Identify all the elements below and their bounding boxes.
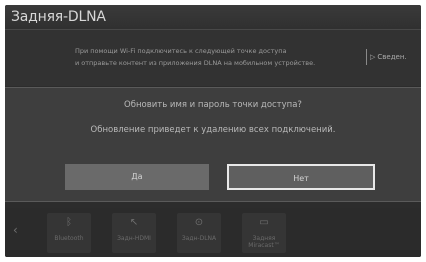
dialog-question: Обновить имя и пароль точки доступа? [124, 100, 302, 110]
info-text: При помощи Wi-Fi подключитесь к следующе… [75, 47, 316, 67]
title-bar: Задняя-DLNA [5, 5, 421, 30]
chevron-left-icon[interactable]: ‹ [13, 223, 18, 237]
yes-button[interactable]: Да [65, 164, 209, 190]
source-bluetooth[interactable]: ᛒ Bluetooth [47, 213, 91, 253]
source-rear-miracast[interactable]: ▭ Задняя Miracast™ [242, 213, 286, 253]
dialog-note: Обновление приведет к удалению всех подк… [90, 125, 336, 135]
page-indicator [5, 200, 421, 213]
source-rear-dlna[interactable]: ⊙ Задн-DLNA [177, 213, 221, 253]
hdmi-icon: ↖ [129, 217, 139, 228]
source-label: Задняя Miracast™ [248, 235, 280, 249]
details-link[interactable]: ▷ Сведен. [370, 49, 407, 65]
page-title: Задняя-DLNA [11, 9, 106, 25]
source-rear-hdmi[interactable]: ↖ Задн-HDMI [112, 213, 156, 253]
source-label: Задн-DLNA [181, 235, 217, 242]
no-button[interactable]: Нет [227, 164, 375, 190]
source-bar: ‹ ᛒ Bluetooth ↖ Задн-HDMI ⊙ Задн-DLNA ▭ … [5, 208, 421, 257]
info-divider [366, 49, 367, 65]
info-panel: При помощи Wi-Fi подключитесь к следующе… [5, 30, 421, 86]
details-link-label: Сведен. [377, 53, 407, 61]
confirm-dialog: Обновить имя и пароль точки доступа? Обн… [5, 87, 421, 202]
bluetooth-icon: ᛒ [66, 217, 72, 228]
play-triangle-icon: ▷ [370, 53, 376, 61]
source-label: Bluetooth [54, 235, 84, 242]
source-label: Задн-HDMI [117, 235, 151, 242]
dlna-screen: Задняя-DLNA При помощи Wi-Fi подключитес… [5, 5, 421, 257]
miracast-icon: ▭ [259, 217, 269, 228]
dlna-icon: ⊙ [194, 217, 204, 228]
